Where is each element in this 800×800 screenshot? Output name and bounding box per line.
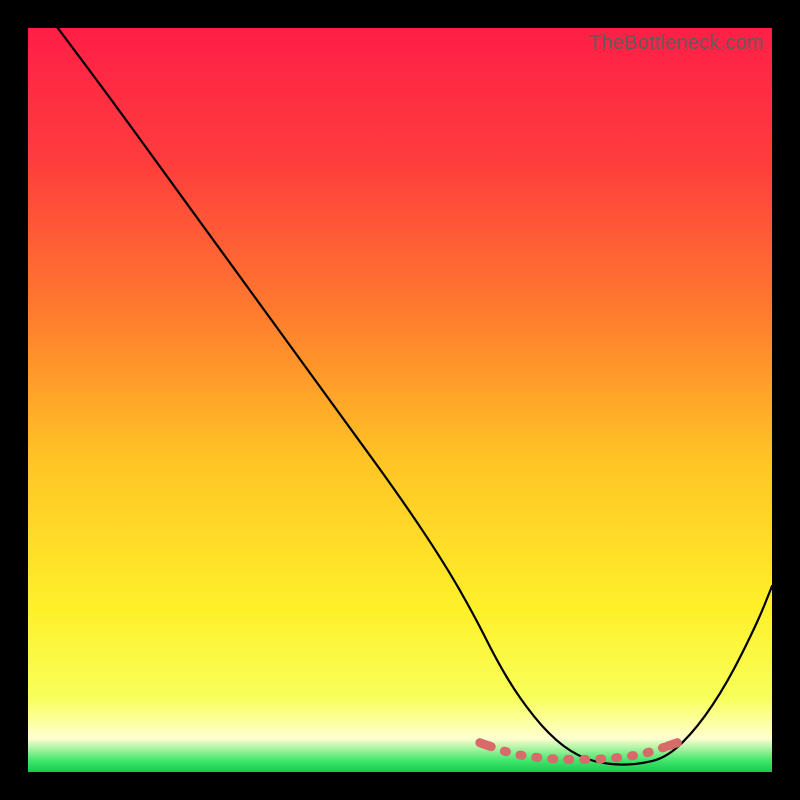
bottleneck-chart [28,28,772,772]
optimal-zone-endcap [480,743,490,746]
optimal-zone-endcap [668,743,678,746]
chart-frame: TheBottleneck.com [28,28,772,772]
watermark-text: TheBottleneck.com [589,32,764,55]
